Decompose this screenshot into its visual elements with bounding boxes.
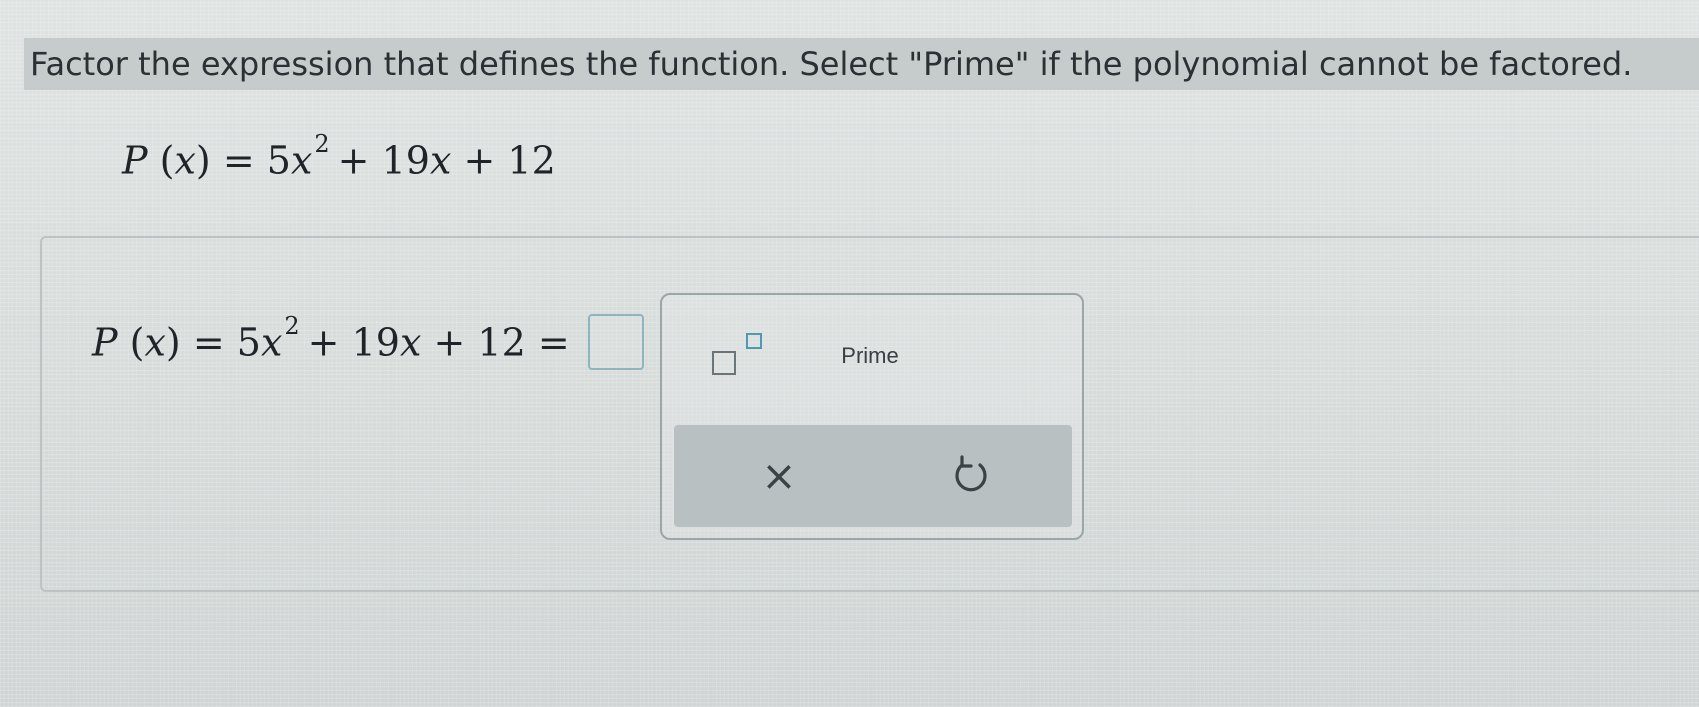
- undo-button[interactable]: [948, 453, 994, 499]
- squared-variable: x: [260, 320, 283, 365]
- function-variable: x: [144, 320, 166, 365]
- close-icon: ×: [761, 451, 797, 500]
- equals-sign: =: [222, 138, 255, 183]
- answer-input[interactable]: [587, 314, 644, 370]
- constant-term: + 12: [463, 138, 556, 183]
- coefficient-a: 5: [236, 320, 261, 365]
- function-name: P: [92, 320, 118, 365]
- superscript-base-icon: [712, 351, 736, 375]
- squared-variable: x: [290, 138, 313, 183]
- prime-button[interactable]: Prime: [820, 339, 920, 373]
- superscript-template-button[interactable]: [712, 329, 772, 379]
- linear-variable: x: [429, 138, 452, 183]
- coefficient-a: 5: [266, 138, 291, 183]
- clear-button[interactable]: ×: [754, 451, 804, 501]
- equals-sign: =: [192, 320, 225, 365]
- instruction-text: Factor the expression that defines the f…: [24, 38, 1699, 90]
- linear-variable: x: [399, 320, 422, 365]
- palette-action-bar: ×: [674, 425, 1072, 527]
- superscript-exponent-icon: [746, 333, 762, 349]
- function-name: P: [122, 138, 148, 183]
- math-palette: Prime ×: [660, 293, 1084, 540]
- linear-term-coefficient: + 19: [337, 138, 430, 183]
- exponent: 2: [314, 130, 330, 158]
- exponent: 2: [284, 311, 300, 340]
- answer-expression: P (x) = 5x2 + 19x + 12 =: [92, 311, 644, 370]
- undo-icon: [955, 455, 987, 492]
- answer-equals-sign: =: [537, 320, 570, 365]
- linear-term-coefficient: + 19: [307, 320, 400, 365]
- function-variable: x: [174, 138, 196, 183]
- function-definition: P (x) = 5x2 + 19x + 12: [122, 130, 556, 183]
- constant-term: + 12: [433, 320, 526, 365]
